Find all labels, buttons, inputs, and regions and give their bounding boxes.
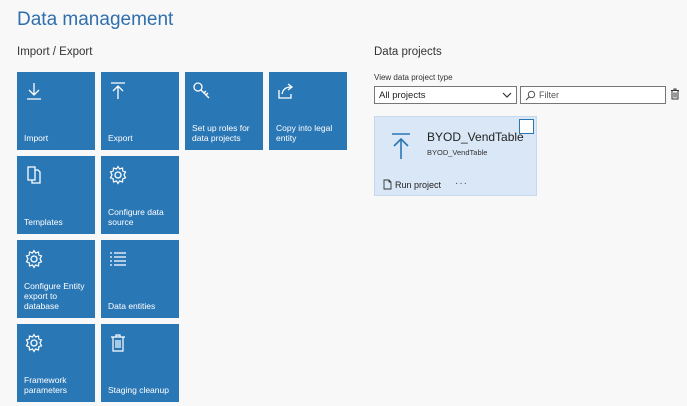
import-tile-label: Import (24, 133, 49, 143)
copy-into-legal-entity-tile-label: Copy into legal entity (276, 123, 333, 143)
search-icon (525, 90, 536, 101)
configure-entity-export-tile-label: Configure Entity export to database (24, 281, 85, 311)
configure-data-source-tile[interactable]: Configure data source (101, 156, 179, 234)
project-type-label: View data project type (374, 73, 453, 82)
project-select-checkbox[interactable] (519, 119, 534, 134)
page-title: Data management (17, 9, 174, 30)
project-type-select[interactable]: All projects (374, 86, 517, 104)
run-project-label: Run project (395, 179, 442, 190)
templates-tile[interactable]: Templates (17, 156, 95, 234)
list-icon (110, 252, 126, 266)
gear-icon (109, 165, 127, 185)
templates-tile-label: Templates (24, 217, 63, 227)
project-card[interactable]: BYOD_VendTable BYOD_VendTable Run projec… (374, 116, 537, 196)
delete-icon[interactable] (670, 88, 680, 100)
staging-cleanup-tile-label: Staging cleanup (108, 385, 169, 395)
download-icon (27, 83, 41, 100)
export-tile-label: Export (108, 133, 133, 143)
gear-icon (25, 249, 43, 269)
gear-icon (25, 333, 43, 353)
chevron-down-icon (502, 92, 512, 98)
framework-parameters-tile[interactable]: Framework parameters (17, 324, 95, 402)
export-tile[interactable]: Export (101, 72, 179, 150)
upload-icon (392, 133, 410, 159)
run-project-button[interactable]: Run project (383, 179, 441, 190)
configure-data-source-tile-label: Configure data source (108, 207, 164, 227)
project-type-value: All projects (379, 90, 426, 101)
filter-placeholder: Filter (539, 90, 559, 100)
import-tile[interactable]: Import (17, 72, 95, 150)
trash-icon (111, 334, 125, 352)
framework-parameters-tile-label: Framework parameters (24, 375, 67, 395)
filter-input[interactable]: Filter (520, 86, 666, 104)
project-name: BYOD_VendTable (427, 130, 524, 144)
document-icon (383, 179, 392, 190)
configure-entity-export-tile[interactable]: Configure Entity export to database (17, 240, 95, 318)
data-projects-heading: Data projects (374, 46, 442, 58)
data-entities-tile-label: Data entities (108, 301, 156, 311)
data-entities-tile[interactable]: Data entities (101, 240, 179, 318)
more-options-button[interactable]: ··· (455, 178, 468, 189)
set-up-roles-tile[interactable]: Set up roles for data projects (185, 72, 263, 150)
key-icon (193, 82, 210, 99)
import-export-heading: Import / Export (17, 46, 93, 58)
staging-cleanup-tile[interactable]: Staging cleanup (101, 324, 179, 402)
project-subtitle: BYOD_VendTable (427, 148, 488, 157)
upload-icon (111, 82, 125, 99)
share-icon (278, 83, 294, 99)
copy-icon (27, 166, 41, 184)
set-up-roles-tile-label: Set up roles for data projects (192, 123, 250, 143)
copy-into-legal-entity-tile[interactable]: Copy into legal entity (269, 72, 347, 150)
